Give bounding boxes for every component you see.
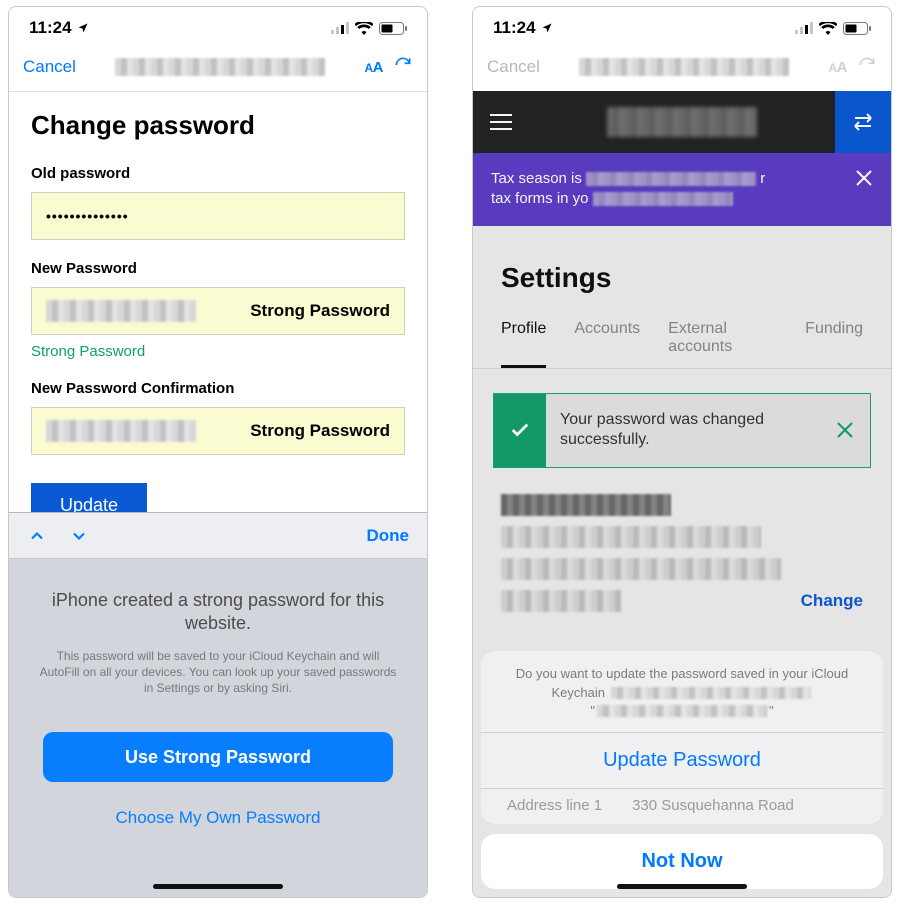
app-header: [473, 91, 891, 153]
status-bar: 11:24: [473, 7, 891, 43]
safari-toolbar: Cancel AA: [9, 43, 427, 91]
status-time: 11:24: [493, 18, 536, 38]
settings-heading: Settings: [473, 226, 891, 320]
status-icons: [795, 22, 871, 35]
menu-button[interactable]: [473, 114, 529, 130]
swap-icon: [851, 112, 875, 132]
suggestion-title: iPhone created a strong password for thi…: [37, 589, 399, 636]
location-icon: [77, 22, 89, 34]
old-password-label: Old password: [31, 165, 405, 182]
old-password-field[interactable]: ••••••••••••••: [31, 192, 405, 240]
close-icon: [855, 169, 873, 187]
banner-text-line2: tax forms in yo: [491, 190, 589, 207]
action-sheet: Do you want to update the password saved…: [481, 651, 883, 889]
text-size-button[interactable]: AA: [828, 59, 847, 76]
safari-toolbar: Cancel AA: [473, 43, 891, 91]
tab-bar: Profile Accounts External accounts Fundi…: [473, 320, 891, 369]
reload-button[interactable]: [393, 55, 413, 80]
status-icons: [331, 22, 407, 35]
tab-profile[interactable]: Profile: [501, 320, 546, 368]
not-now-button[interactable]: Not Now: [481, 834, 883, 889]
banner-close-button[interactable]: [843, 169, 873, 193]
ghost-row: Address line 1 330 Susquehanna Road: [481, 789, 883, 824]
generated-password-hidden: [46, 420, 196, 442]
battery-icon: [843, 22, 871, 35]
battery-icon: [379, 22, 407, 35]
page-title: Change password: [31, 110, 405, 141]
wifi-icon: [355, 22, 373, 35]
transfer-button[interactable]: [835, 91, 891, 153]
home-indicator[interactable]: [153, 884, 283, 889]
generated-password-hidden: [46, 300, 196, 322]
keyboard-panel: Done iPhone created a strong password fo…: [9, 512, 427, 897]
new-password-field[interactable]: Strong Password: [31, 287, 405, 335]
close-icon: [836, 421, 854, 439]
banner-text-line1: Tax season is: [491, 170, 582, 187]
phone-left: 11:24 Cancel AA Change password Old pass…: [8, 6, 428, 898]
location-icon: [541, 22, 553, 34]
cellular-icon: [795, 22, 813, 34]
phone-right: 11:24 Cancel AA: [472, 6, 892, 898]
wifi-icon: [819, 22, 837, 35]
success-toast: Your password was changed successfully.: [493, 393, 871, 469]
suggestion-subtitle: This password will be saved to your iClo…: [37, 648, 399, 697]
done-button[interactable]: Done: [367, 526, 410, 546]
strong-password-badge: Strong Password: [250, 421, 390, 441]
change-link[interactable]: Change: [801, 591, 863, 611]
strong-password-badge: Strong Password: [250, 301, 390, 321]
confirm-password-field[interactable]: Strong Password: [31, 407, 405, 455]
choose-own-password-button[interactable]: Choose My Own Password: [37, 798, 399, 868]
tab-external-accounts[interactable]: External accounts: [668, 320, 777, 368]
change-password-page: Change password Old password •••••••••••…: [9, 92, 427, 528]
update-password-button[interactable]: Update Password: [481, 733, 883, 788]
next-field-button[interactable]: [69, 526, 89, 546]
prev-field-button[interactable]: [27, 526, 47, 546]
toast-close-button[interactable]: [820, 394, 870, 468]
notification-banner: Tax season is r tax forms in yo: [473, 153, 891, 226]
tab-accounts[interactable]: Accounts: [574, 320, 640, 368]
app-logo: [529, 107, 835, 137]
address-bar[interactable]: [98, 56, 343, 78]
cellular-icon: [331, 22, 349, 34]
status-bar: 11:24: [9, 7, 427, 43]
new-password-label: New Password: [31, 260, 405, 277]
sheet-message: Do you want to update the password saved…: [481, 651, 883, 732]
confirm-password-label: New Password Confirmation: [31, 380, 405, 397]
reload-button[interactable]: [857, 55, 877, 80]
cancel-button[interactable]: Cancel: [487, 57, 540, 77]
home-indicator[interactable]: [617, 884, 747, 889]
status-time: 11:24: [29, 18, 72, 38]
address-bar[interactable]: [562, 56, 807, 78]
toast-message: Your password was changed successfully.: [546, 394, 820, 468]
cancel-button[interactable]: Cancel: [23, 57, 76, 77]
use-strong-password-button[interactable]: Use Strong Password: [43, 732, 393, 782]
check-icon: [494, 394, 546, 468]
tab-funding[interactable]: Funding: [805, 320, 863, 368]
text-size-button[interactable]: AA: [364, 59, 383, 76]
strength-hint: Strong Password: [31, 343, 405, 360]
